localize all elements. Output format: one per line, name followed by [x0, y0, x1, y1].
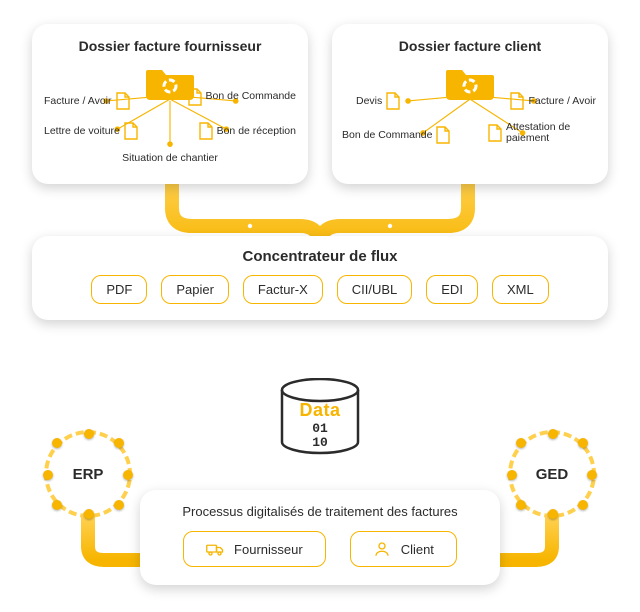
document-icon [188, 88, 202, 106]
format-ciiubl: CII/UBL [337, 275, 413, 304]
item-situation-chantier: Situation de chantier [122, 152, 218, 164]
processing-card: Processus digitalisés de traitement des … [140, 490, 500, 585]
client-dossier-title: Dossier facture client [348, 38, 592, 54]
flow-hub: Concentrateur de flux PDF Papier Factur-… [32, 236, 608, 320]
label-facture-avoir: Facture / Avoir [44, 95, 112, 107]
supplier-dossier-title: Dossier facture fournisseur [48, 38, 292, 54]
client-spokes [348, 64, 592, 168]
label-lettre-voiture: Lettre de voiture [44, 125, 120, 137]
erp-node: ERP [44, 430, 132, 518]
data-binary-bottom: 10 [277, 436, 363, 450]
label-attestation-paiement: Attestation de paiement [506, 122, 598, 144]
item-client-bon-commande: Bon de Commande [342, 126, 450, 144]
format-edi: EDI [426, 275, 478, 304]
item-attestation-paiement: Attestation de paiement [488, 122, 598, 144]
supplier-process-label: Fournisseur [234, 542, 303, 557]
data-store: Data 01 10 [277, 378, 363, 456]
hub-title: Concentrateur de flux [48, 248, 592, 265]
label-client-facture-avoir: Facture / Avoir [528, 95, 596, 107]
document-icon [386, 92, 400, 110]
item-client-facture-avoir: Facture / Avoir [510, 92, 596, 110]
document-icon [510, 92, 524, 110]
item-bon-reception: Bon de réception [199, 122, 296, 140]
document-icon [199, 122, 213, 140]
document-icon [436, 126, 450, 144]
label-bon-reception: Bon de réception [217, 125, 296, 137]
processing-title: Processus digitalisés de traitement des … [160, 504, 480, 519]
supplier-dossier-card: Dossier facture fournisseur Facture / Av… [32, 24, 308, 184]
document-icon [124, 122, 138, 140]
label-devis: Devis [356, 95, 382, 107]
item-facture-avoir: Facture / Avoir [44, 92, 130, 110]
label-situation-chantier: Situation de chantier [122, 152, 218, 164]
ged-label: GED [508, 430, 596, 518]
label-bon-commande: Bon de Commande [206, 91, 296, 102]
document-icon [488, 124, 502, 142]
client-dossier-card: Dossier facture client Devis Fac [332, 24, 608, 184]
erp-label: ERP [44, 430, 132, 518]
format-papier: Papier [161, 275, 229, 304]
format-row: PDF Papier Factur-X CII/UBL EDI XML [48, 275, 592, 304]
supplier-folder-scene: Facture / Avoir Bon de Commande Lettre d… [48, 64, 292, 168]
document-icon [116, 92, 130, 110]
format-xml: XML [492, 275, 549, 304]
truck-icon [206, 540, 224, 558]
client-process-pill: Client [350, 531, 457, 567]
label-client-bon-commande: Bon de Commande [342, 129, 432, 141]
item-devis: Devis [356, 92, 400, 110]
supplier-process-pill: Fournisseur [183, 531, 326, 567]
ged-node: GED [508, 430, 596, 518]
user-icon [373, 540, 391, 558]
format-pdf: PDF [91, 275, 147, 304]
item-bon-commande: Bon de Commande [188, 88, 296, 106]
client-folder-scene: Devis Facture / Avoir Bon de Commande At… [348, 64, 592, 168]
data-binary-top: 01 [277, 422, 363, 436]
data-binary: 01 10 [277, 422, 363, 449]
data-label: Data [277, 400, 363, 421]
format-facturx: Factur-X [243, 275, 323, 304]
client-process-label: Client [401, 542, 434, 557]
item-lettre-voiture: Lettre de voiture [44, 122, 138, 140]
